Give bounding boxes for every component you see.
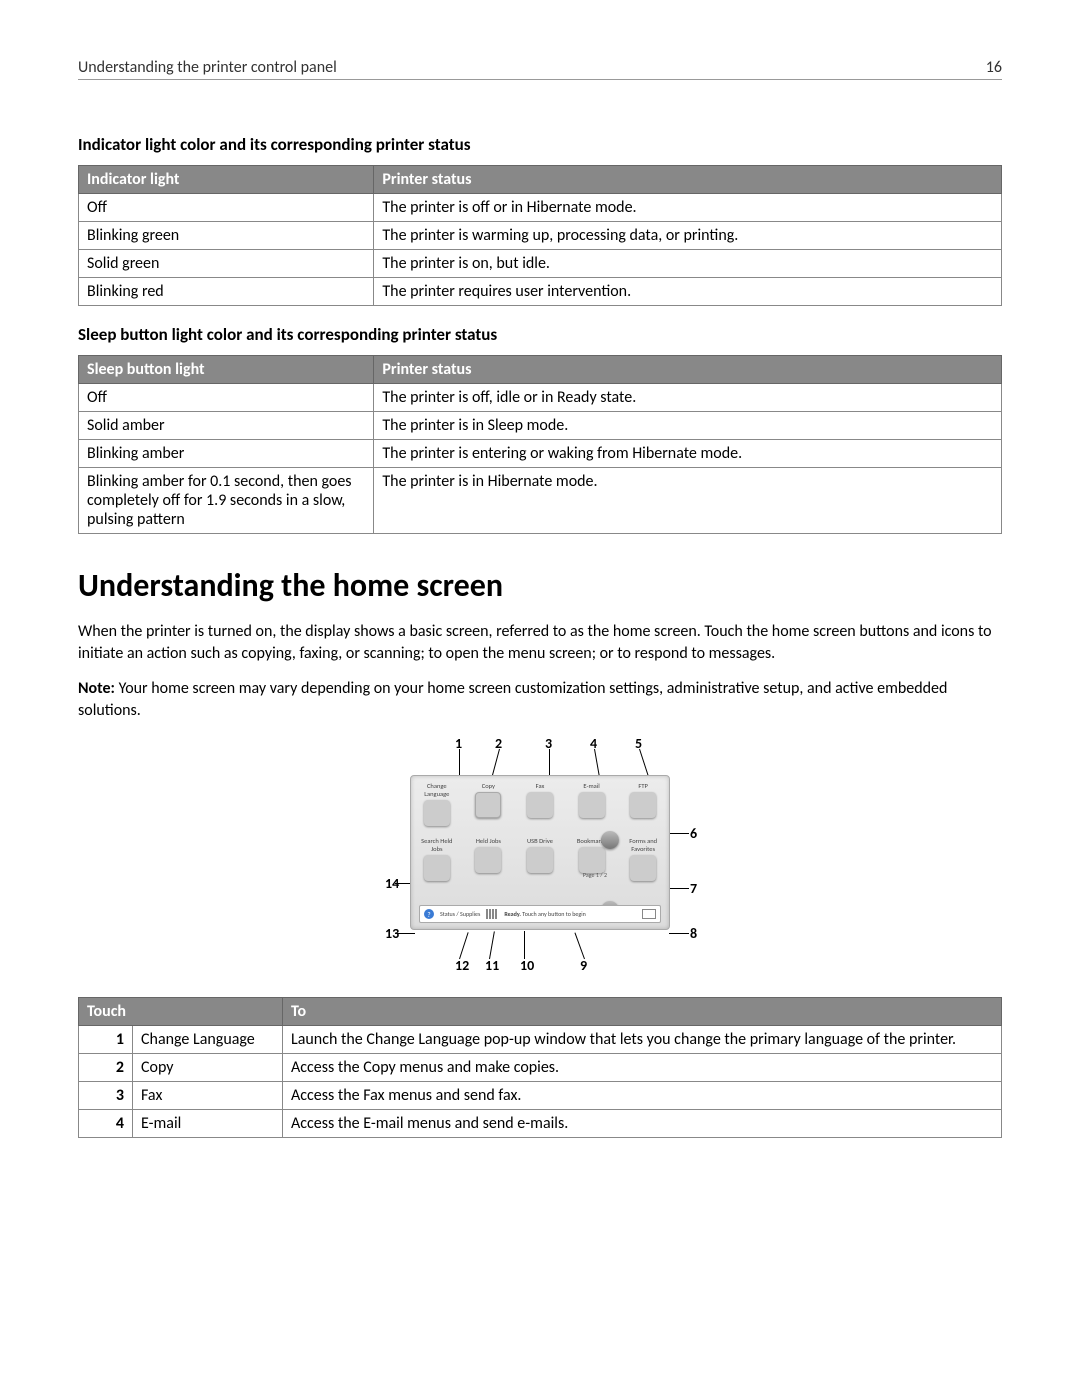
home-screen-title: Understanding the home screen [78, 566, 1002, 605]
note-text: Your home screen may vary depending on y… [78, 679, 947, 720]
home-screen-intro: When the printer is turned on, the displ… [78, 621, 1002, 664]
callout-8: 8 [690, 925, 697, 942]
status-ready: Ready. [504, 910, 521, 918]
label: Fax [520, 782, 560, 790]
label: Search Held Jobs [417, 837, 457, 853]
folder-icon [475, 847, 501, 873]
callout-11: 11 [485, 957, 499, 974]
callout-9: 9 [580, 957, 587, 974]
col-indicator-light: Indicator light [79, 166, 374, 194]
label: Copy [468, 782, 508, 790]
status-bar: ? Status / Supplies Ready. Touch any but… [419, 905, 661, 923]
header-title: Understanding the printer control panel [78, 58, 337, 77]
globe-icon [424, 800, 450, 826]
label: Forms and Favorites [623, 837, 663, 853]
info-icon: ? [424, 909, 434, 919]
table-row: 3FaxAccess the Fax menus and send fax. [79, 1082, 1002, 1110]
table-row: 2CopyAccess the Copy menus and make copi… [79, 1054, 1002, 1082]
bars-icon [486, 909, 498, 919]
forms-icon [630, 855, 656, 881]
table-row: 4E-mailAccess the E-mail menus and send … [79, 1110, 1002, 1138]
table-row: OffThe printer is off or in Hibernate mo… [79, 194, 1002, 222]
col-printer-status: Printer status [374, 166, 1002, 194]
callout-7: 7 [690, 880, 697, 897]
col-touch: Touch [79, 998, 283, 1026]
usb-icon [527, 847, 553, 873]
table-row: Blinking greenThe printer is warming up,… [79, 222, 1002, 250]
printer-screen: Page 1 / 2 Change Language Copy Fax E-ma… [410, 775, 670, 930]
label: E-mail [572, 782, 612, 790]
search-icon [424, 855, 450, 881]
home-screen-note: Note: Your home screen may vary dependin… [78, 678, 1002, 721]
table-row: Blinking redThe printer requires user in… [79, 278, 1002, 306]
touch-table: Touch To 1Change LanguageLaunch the Chan… [78, 997, 1002, 1138]
fax-icon [527, 792, 553, 818]
label: USB Drive [520, 837, 560, 845]
label: FTP [623, 782, 663, 790]
indicator-light-table: Indicator light Printer status OffThe pr… [78, 165, 1002, 306]
col-printer-status: Printer status [374, 356, 1002, 384]
callout-6: 6 [690, 825, 697, 842]
page-indicator: Page 1 / 2 [583, 871, 607, 879]
label: Change Language [417, 782, 457, 798]
bookmark-icon [579, 847, 605, 873]
label: Held Jobs [468, 837, 508, 845]
page-header: Understanding the printer control panel … [78, 58, 1002, 80]
home-screen-illustration: 1 2 3 4 5 6 7 8 9 10 11 12 13 14 Page 1 … [365, 735, 715, 975]
table-row: Solid amberThe printer is in Sleep mode. [79, 412, 1002, 440]
status-hint: Touch any button to begin [522, 910, 585, 918]
ftp-icon [630, 792, 656, 818]
table-row: Solid greenThe printer is on, but idle. [79, 250, 1002, 278]
callout-10: 10 [520, 957, 534, 974]
sleep-light-table: Sleep button light Printer status OffThe… [78, 355, 1002, 534]
copy-icon [475, 792, 501, 818]
mail-icon [579, 792, 605, 818]
note-label: Note: [78, 679, 115, 698]
indicator-light-heading: Indicator light color and its correspond… [78, 134, 1002, 155]
table-row: Blinking amber for 0.1 second, then goes… [79, 468, 1002, 534]
menu-icon [642, 909, 656, 919]
callout-12: 12 [455, 957, 469, 974]
sleep-light-heading: Sleep button light color and its corresp… [78, 324, 1002, 345]
table-row: OffThe printer is off, idle or in Ready … [79, 384, 1002, 412]
table-row: Blinking amberThe printer is entering or… [79, 440, 1002, 468]
col-to: To [283, 998, 1002, 1026]
table-row: 1Change LanguageLaunch the Change Langua… [79, 1026, 1002, 1054]
header-page-number: 16 [986, 58, 1002, 77]
col-sleep-light: Sleep button light [79, 356, 374, 384]
status-supplies: Status / Supplies [440, 910, 480, 918]
